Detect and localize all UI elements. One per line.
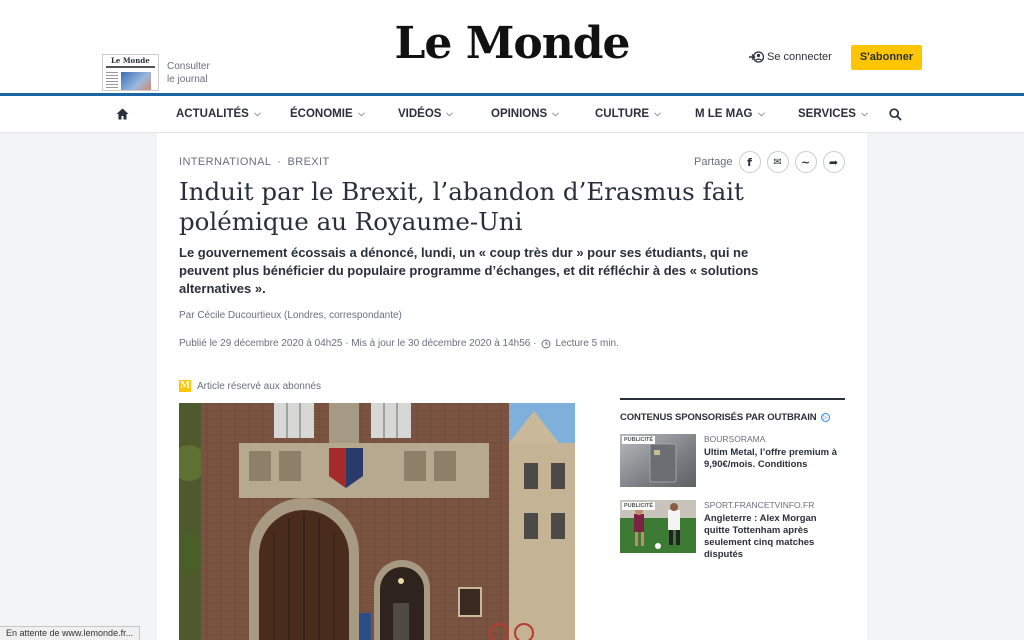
sponsored-title: CONTENUS SPONSORISÉS PAR OUTBRAIN ▷ (620, 412, 845, 423)
nav-item-opinions[interactable]: OPINIONS (491, 108, 560, 120)
nav-item-label: ÉCONOMIE (290, 108, 353, 120)
home-icon[interactable] (116, 108, 129, 120)
facebook-icon: f (747, 155, 752, 169)
sponsored-card[interactable]: PUBLICITÉ BOURSORAMA Ultim Metal, l’offr… (620, 434, 845, 487)
chevron-down-icon (357, 111, 365, 117)
newspaper-thumbnail-column (106, 72, 118, 90)
breadcrumb-international[interactable]: INTERNATIONAL (179, 156, 271, 168)
nav-item-videos[interactable]: VIDÉOS (398, 108, 454, 120)
sponsored-content-panel: CONTENUS SPONSORISÉS PAR OUTBRAIN ▷ PUBL… (620, 398, 845, 560)
article-container: INTERNATIONAL · BREXIT Partage f ✉ ~ ➦ Ind… (157, 133, 867, 640)
chevron-down-icon (253, 111, 261, 117)
share-label: Partage (694, 156, 733, 168)
breadcrumb: INTERNATIONAL · BREXIT (179, 156, 330, 168)
newspaper-thumbnail-photo (121, 72, 151, 90)
chevron-down-icon (654, 111, 661, 117)
messenger-share-button[interactable]: ~ (794, 151, 817, 173)
chevron-down-icon (861, 111, 868, 117)
ad-badge: PUBLICITÉ (622, 436, 656, 444)
facebook-share-button[interactable]: f (738, 151, 761, 173)
article-dates: Publié le 29 décembre 2020 à 04h25 · Mis… (179, 338, 619, 349)
nav-item-label: OPINIONS (491, 108, 548, 120)
nav-item-label: SERVICES (798, 108, 856, 120)
article-byline: Par Cécile Ducourtieux (Londres, corresp… (179, 310, 402, 321)
clock-icon (541, 339, 551, 348)
sponsored-source: BOURSORAMA (704, 434, 766, 444)
envelope-icon: ✉ (773, 156, 782, 168)
chevron-down-icon (757, 111, 765, 117)
le-monde-m-icon: M (179, 380, 191, 392)
more-share-button[interactable]: ➦ (822, 151, 845, 173)
sponsored-headline: Ultim Metal, l’offre premium à 9,90€/moi… (704, 447, 838, 470)
nav-item-economie[interactable]: ÉCONOMIE (290, 108, 365, 120)
subscriber-only-notice: M Article réservé aux abonnés (179, 380, 321, 392)
sponsored-thumbnail: PUBLICITÉ (620, 500, 696, 553)
article-photo (179, 403, 575, 640)
nav-item-services[interactable]: SERVICES (798, 108, 868, 120)
top-header: Le Monde Consulter le journal Le Monde S… (0, 0, 1024, 93)
sponsored-title-text: CONTENUS SPONSORISÉS PAR OUTBRAIN (620, 412, 817, 423)
share-arrow-icon: ➦ (828, 155, 839, 169)
nav-item-culture[interactable]: CULTURE (595, 108, 661, 120)
nav-item-label: ACTUALITÉS (176, 108, 249, 120)
login-link[interactable]: Se connecter (748, 50, 832, 64)
nav-item-label: M LE MAG (695, 108, 753, 120)
nav-item-label: CULTURE (595, 108, 650, 120)
nav-item-actualites[interactable]: ACTUALITÉS (176, 108, 261, 120)
sponsored-source: SPORT.FRANCETVINFO.FR (704, 500, 815, 510)
publication-dates: Publié le 29 décembre 2020 à 04h25 · Mis… (179, 338, 537, 349)
breadcrumb-brexit[interactable]: BREXIT (287, 156, 329, 168)
subscribe-button[interactable]: S'abonner (851, 45, 922, 70)
ad-badge: PUBLICITÉ (622, 502, 656, 510)
messenger-icon: ~ (800, 155, 811, 169)
chevron-down-icon (552, 111, 560, 117)
user-login-icon (749, 51, 764, 63)
article-lead: Le gouvernement écossais a dénoncé, lund… (179, 245, 759, 296)
search-icon[interactable] (889, 108, 902, 121)
login-label: Se connecter (767, 51, 832, 63)
subscriber-only-label: Article réservé aux abonnés (197, 380, 321, 392)
article-headline: Induit par le Brexit, l’abandon d’Erasmu… (179, 177, 744, 236)
sponsored-headline: Angleterre : Alex Morgan quitte Tottenha… (704, 513, 817, 560)
nav-item-m-le-mag[interactable]: M LE MAG (695, 108, 765, 120)
main-navigation: ACTUALITÉS ÉCONOMIE VIDÉOS OPINIONS CULT… (0, 93, 1024, 133)
outbrain-info-icon[interactable]: ▷ (820, 413, 830, 422)
sponsored-card[interactable]: PUBLICITÉ SPORT.FRANCETVINFO.FR Angleter… (620, 500, 845, 560)
nav-item-label: VIDÉOS (398, 108, 442, 120)
consult-line-2: le journal (167, 74, 208, 85)
browser-status-bar: En attente de www.lemonde.fr... (0, 626, 141, 640)
breadcrumb-separator: · (277, 156, 282, 168)
share-bar: Partage f ✉ ~ ➦ (694, 151, 851, 173)
email-share-button[interactable]: ✉ (766, 151, 789, 173)
sponsored-thumbnail: PUBLICITÉ (620, 434, 696, 487)
reading-time: Lecture 5 min. (555, 338, 619, 349)
chevron-down-icon (446, 111, 454, 117)
